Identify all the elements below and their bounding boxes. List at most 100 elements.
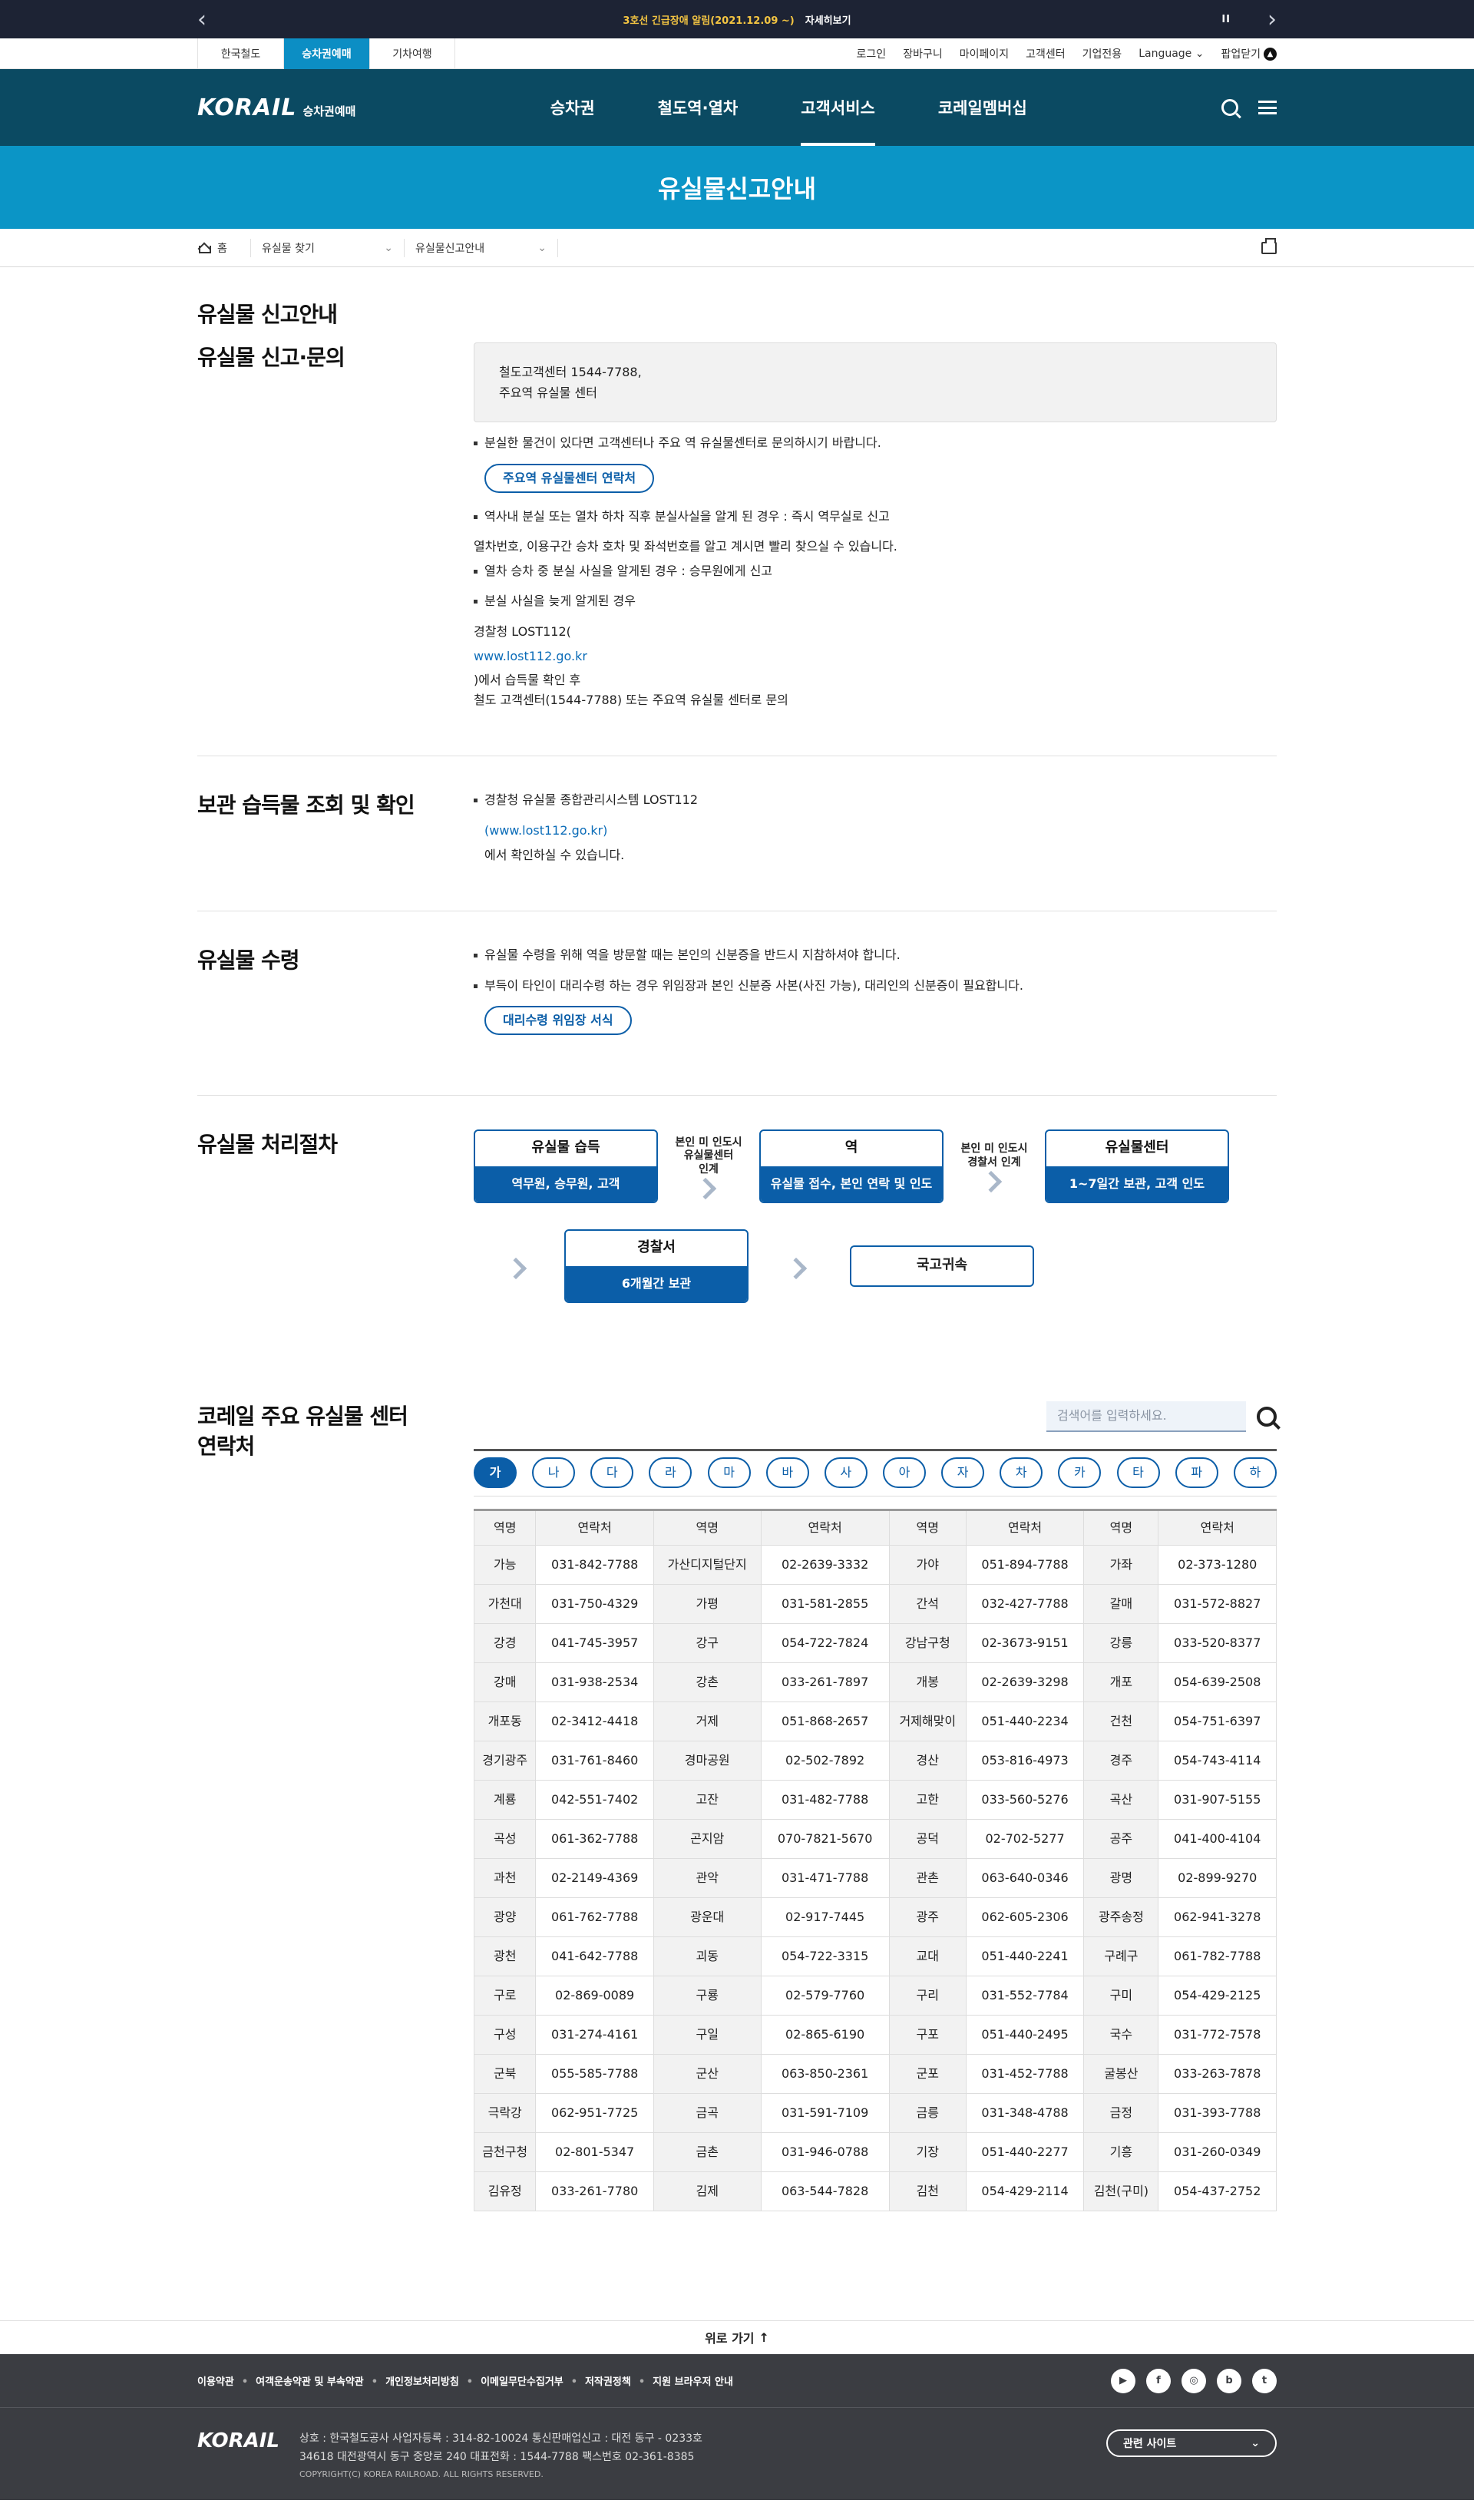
- contact-box: 철도고객센터 1544-7788, 주요역 유실물 센터: [474, 342, 1277, 423]
- print-icon[interactable]: [1261, 238, 1277, 254]
- breadcrumb-level2-select[interactable]: 유실물신고안내: [405, 239, 558, 257]
- lost112-link[interactable]: www.lost112.go.kr: [474, 647, 1277, 666]
- mypage-link[interactable]: 마이페이지: [960, 46, 1009, 61]
- next-arrow-icon[interactable]: ›: [1267, 0, 1277, 38]
- cart-link[interactable]: 장바구니: [903, 46, 943, 61]
- station-name-cell: 관악: [653, 1857, 762, 1898]
- initial-tab[interactable]: 하: [1233, 1457, 1277, 1488]
- util-links: 로그인 장바구니 마이페이지 고객센터 기업전용 Language 팝업닫기 ▲: [857, 46, 1277, 61]
- station-name-cell: 강구: [653, 1622, 762, 1663]
- site-tab-ticket[interactable]: 승차권예매: [283, 38, 369, 69]
- site-tab-travel[interactable]: 기차여행: [369, 38, 455, 69]
- footer-link-privacy[interactable]: 개인정보처리방침: [364, 2373, 459, 2388]
- initial-tab[interactable]: 타: [1116, 1457, 1160, 1488]
- popup-close-button[interactable]: 팝업닫기 ▲: [1221, 46, 1277, 61]
- chevron-down-icon: ⌄: [1251, 2436, 1260, 2449]
- alert-more-link[interactable]: 자세히보기: [805, 12, 851, 27]
- initial-tab[interactable]: 가: [474, 1457, 517, 1488]
- station-name-cell: 고한: [888, 1779, 967, 1820]
- initial-tab[interactable]: 나: [532, 1457, 576, 1488]
- phone-cell: 031-552-7784: [965, 1975, 1085, 2016]
- phone-cell: 054-722-3315: [760, 1936, 890, 1976]
- site-tab-korail[interactable]: 한국철도: [197, 38, 283, 69]
- customer-center-link[interactable]: 고객센터: [1026, 46, 1066, 61]
- proxy-form-button[interactable]: 대리수령 위임장 서식: [484, 1006, 632, 1035]
- process-step-police-title: 경찰서: [637, 1239, 676, 1256]
- footer-link-email-refuse[interactable]: 이메일무단수집거부: [459, 2373, 563, 2388]
- station-name-cell: 김천(구미): [1083, 2171, 1159, 2211]
- login-link[interactable]: 로그인: [857, 46, 887, 61]
- initial-tab[interactable]: 아: [882, 1457, 926, 1488]
- page-banner-title: 유실물신고안내: [0, 146, 1474, 229]
- breadcrumb-home-label: 홈: [217, 243, 227, 255]
- footer-link-copyright[interactable]: 저작권정책: [563, 2373, 631, 2388]
- gnb-menu: 승차권 철도역·열차 고객서비스 코레일멤버십: [550, 69, 1027, 146]
- back-to-top-label: 위로 가기: [705, 2331, 755, 2346]
- prev-arrow-icon[interactable]: ‹: [197, 0, 207, 38]
- menu-station-train[interactable]: 철도역·열차: [658, 69, 739, 146]
- phone-cell: 042-551-7402: [535, 1779, 654, 1820]
- alert-message[interactable]: 3호선 긴급장애 알림(2021.12.09 ~): [623, 12, 794, 27]
- logo-text: KORAIL: [197, 94, 297, 121]
- initial-tab[interactable]: 다: [590, 1457, 634, 1488]
- footer-link-transport-terms[interactable]: 여객운송약관 및 부속약관: [234, 2373, 364, 2388]
- report-note: 열차번호, 이용구간 승차 호차 및 좌석번호를 알고 계시면 빨리 찾으실 수…: [474, 539, 897, 554]
- initial-tab[interactable]: 카: [1058, 1457, 1102, 1488]
- station-name-cell: 구리: [888, 1975, 967, 2016]
- menu-icon[interactable]: [1258, 101, 1277, 114]
- initial-tab[interactable]: 차: [1000, 1457, 1043, 1488]
- phone-cell: 02-917-7445: [760, 1897, 890, 1937]
- footer-link-terms[interactable]: 이용약관: [197, 2373, 234, 2388]
- facebook-icon[interactable]: f: [1146, 2368, 1171, 2393]
- pause-icon[interactable]: II: [1221, 0, 1231, 38]
- station-name-cell: 군포: [888, 2053, 967, 2094]
- twitter-icon[interactable]: t: [1252, 2368, 1277, 2393]
- table-row: 군북 055-585-7788 군산 063-850-2361 군포 031-452-77…: [473, 2053, 1277, 2094]
- phone-cell: 02-801-5347: [535, 2131, 654, 2172]
- phone-cell: 062-605-2306: [965, 1897, 1085, 1937]
- related-sites-select[interactable]: 관련 사이트 ⌄: [1106, 2429, 1277, 2457]
- report-title: 유실물 신고·문의: [197, 345, 345, 370]
- column-header-station: 역명: [1083, 1508, 1159, 1546]
- process-connector1: 본인 미 인도시 유실물센터 인계: [658, 1136, 759, 1200]
- breadcrumb-level1-select[interactable]: 유실물 찾기: [251, 239, 405, 257]
- breadcrumb-home[interactable]: 홈: [197, 239, 251, 257]
- search-icon[interactable]: [1221, 99, 1238, 116]
- contacts-table-header: 역명 연락처 역명 연락처 역명 연락처 역명 연락처: [473, 1508, 1277, 1546]
- menu-customer-service[interactable]: 고객서비스: [801, 69, 875, 146]
- sns-links: ▶ f ◎ b t: [1111, 2368, 1277, 2393]
- table-row: 금천구청 02-801-5347 금촌 031-946-0788 기장 051-440-2…: [473, 2131, 1277, 2172]
- back-to-top-button[interactable]: 위로 가기 ↑: [0, 2320, 1474, 2354]
- corporate-link[interactable]: 기업전용: [1082, 46, 1122, 61]
- youtube-icon[interactable]: ▶: [1111, 2368, 1135, 2393]
- instagram-icon[interactable]: ◎: [1182, 2368, 1206, 2393]
- initial-tab[interactable]: 파: [1175, 1457, 1218, 1488]
- station-name-cell: 광주: [888, 1897, 967, 1937]
- phone-cell: 031-842-7788: [535, 1544, 654, 1585]
- connector1-line1: 본인 미 인도시: [675, 1136, 742, 1149]
- report-bullet4: 분실 사실을 늦게 알게된 경우: [474, 591, 1277, 611]
- blog-icon[interactable]: b: [1217, 2368, 1241, 2393]
- contacts-title-line1: 코레일 주요 유실물 센터: [197, 1403, 408, 1429]
- table-row: 극락강 062-951-7725 금곡 031-591-7109 금릉 031-348-4…: [473, 2092, 1277, 2133]
- initial-tab[interactable]: 마: [707, 1457, 751, 1488]
- center-contacts-button[interactable]: 주요역 유실물센터 연락처: [484, 463, 655, 493]
- storage-lost112-link[interactable]: (www.lost112.go.kr): [484, 821, 1277, 841]
- language-select[interactable]: Language: [1139, 48, 1204, 60]
- initial-tab[interactable]: 라: [649, 1457, 692, 1488]
- chevron-right-icon: [694, 1177, 717, 1200]
- station-name-cell: 굴봉산: [1083, 2053, 1159, 2094]
- menu-membership[interactable]: 코레일멤버십: [938, 69, 1027, 146]
- initial-tab[interactable]: 사: [824, 1457, 868, 1488]
- column-header-phone: 연락처: [535, 1508, 654, 1546]
- initial-tab[interactable]: 자: [941, 1457, 985, 1488]
- company-info-line1: 상호 : 한국철도공사 사업자등록 : 314-82-10024 통신판매업신고…: [299, 2432, 702, 2445]
- footer-link-browsers[interactable]: 지원 브라우저 안내: [631, 2373, 733, 2388]
- phone-cell: 02-869-0089: [535, 1975, 654, 2016]
- contacts-section: 코레일 주요 유실물 센터 연락처 가 나 다 라 마 바 사 아 자: [197, 1349, 1277, 2257]
- contacts-search-input[interactable]: [1046, 1401, 1246, 1432]
- menu-ticket[interactable]: 승차권: [550, 69, 595, 146]
- initial-tab[interactable]: 바: [765, 1457, 809, 1488]
- search-icon[interactable]: [1257, 1406, 1277, 1427]
- korail-logo[interactable]: KORAIL 승차권예매: [197, 94, 355, 121]
